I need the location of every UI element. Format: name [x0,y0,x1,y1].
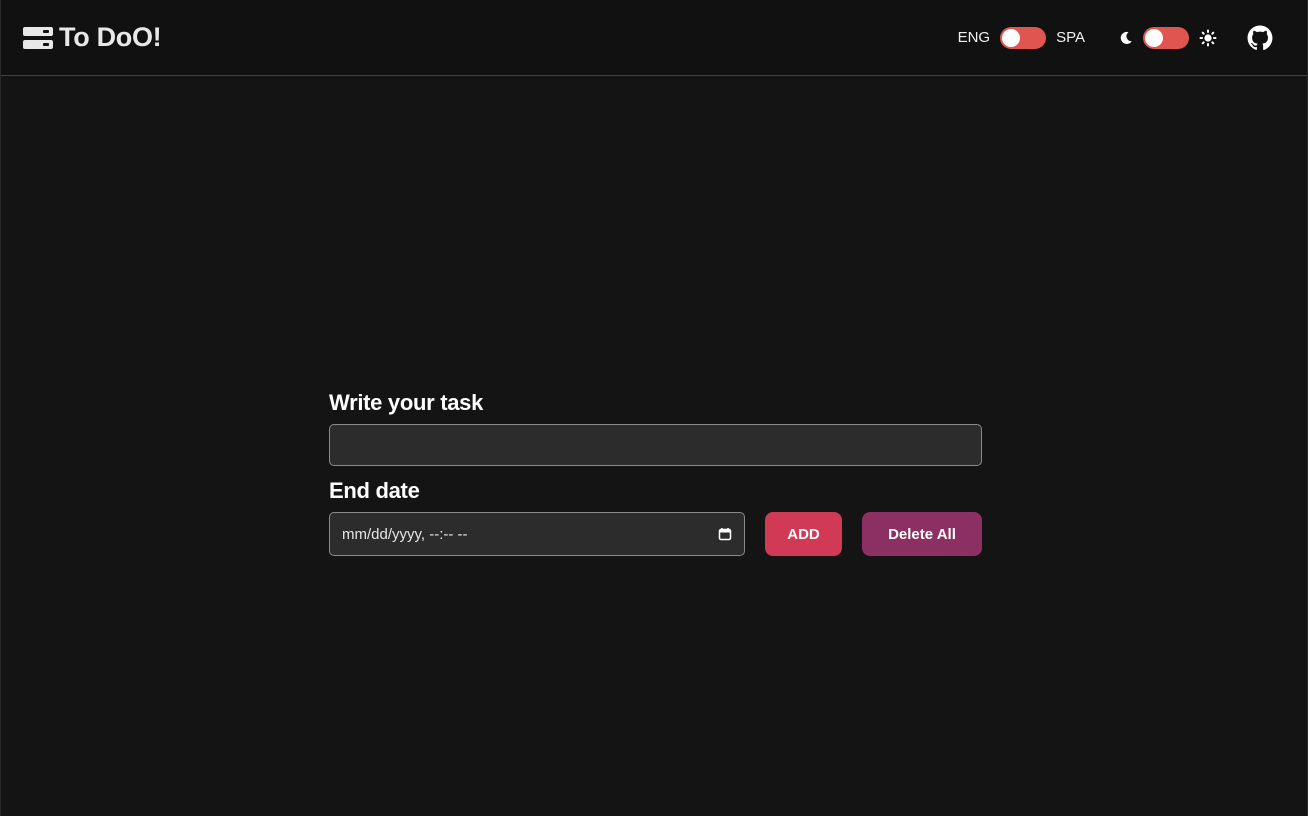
language-toggle-knob [1002,28,1021,47]
github-icon[interactable] [1247,25,1273,51]
server-icon [23,26,53,49]
theme-toggle[interactable] [1143,26,1189,49]
moon-icon [1119,31,1133,45]
task-input[interactable] [329,424,982,466]
navbar-controls: ENG SPA [958,25,1273,51]
app-title: To DoO! [59,22,162,52]
app-page: To DoO! ENG SPA Write your task End date… [0,0,1308,816]
end-date-placeholder: mm/dd/yyyy, --:-- -- [342,525,468,543]
end-date-input[interactable]: mm/dd/yyyy, --:-- -- [329,512,745,556]
theme-toggle-knob [1145,28,1163,47]
language-spa-label: SPA [1056,29,1085,46]
theme-switcher [1119,26,1217,49]
add-button[interactable]: ADD [765,512,842,556]
brand[interactable]: To DoO! [23,22,162,53]
task-label: Write your task [329,390,484,415]
end-date-label: End date [329,478,420,503]
language-eng-label: ENG [957,29,991,46]
task-form: Write your task End date mm/dd/yyyy, --:… [329,390,982,556]
language-switcher: ENG SPA [957,26,1085,49]
language-toggle[interactable] [1000,26,1047,49]
navbar: To DoO! ENG SPA [1,0,1307,76]
calendar-icon[interactable] [718,527,732,541]
sun-icon [1199,29,1217,47]
delete-all-button[interactable]: Delete All [862,512,982,556]
date-action-row: mm/dd/yyyy, --:-- -- ADD Delete All [329,512,982,556]
